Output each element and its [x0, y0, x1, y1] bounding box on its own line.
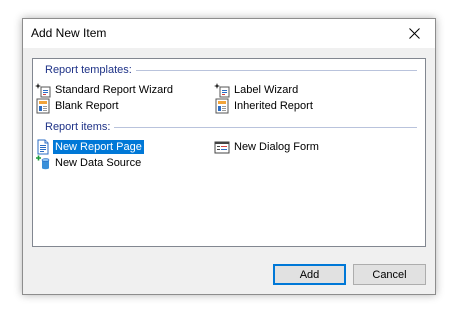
item-label: Inherited Report: [234, 100, 313, 112]
add-new-item-dialog: Add New Item Report templates: Standard …: [22, 18, 436, 295]
item-list-panel: Report templates: Standard Report Wizard: [32, 58, 426, 247]
add-button[interactable]: Add: [273, 264, 346, 285]
item-label: New Data Source: [55, 157, 142, 169]
item-blank-report[interactable]: Blank Report: [35, 98, 121, 114]
item-label: Blank Report: [55, 100, 119, 112]
dialog-form-icon: [214, 139, 230, 155]
group-header-report-templates: Report templates:: [45, 64, 417, 76]
report-icon: [214, 98, 230, 114]
page-icon: [35, 139, 51, 155]
close-button[interactable]: [393, 19, 435, 48]
group-divider: [135, 70, 417, 71]
item-label: Standard Report Wizard: [55, 84, 173, 96]
group-header-label: Report items:: [45, 121, 111, 133]
item-label-wizard[interactable]: Label Wizard: [214, 82, 300, 98]
dialog-title: Add New Item: [31, 26, 107, 40]
group-header-label: Report templates:: [45, 64, 132, 76]
database-add-icon: [35, 155, 51, 171]
item-inherited-report[interactable]: Inherited Report: [214, 98, 315, 114]
item-label: Label Wizard: [234, 84, 299, 96]
item-label: New Dialog Form: [234, 141, 319, 153]
item-new-report-page[interactable]: New Report Page: [35, 139, 144, 155]
title-bar: Add New Item: [23, 19, 435, 48]
item-new-data-source[interactable]: New Data Source: [35, 155, 143, 171]
wizard-icon: [214, 82, 230, 98]
cancel-button[interactable]: Cancel: [353, 264, 426, 285]
close-icon: [408, 28, 420, 39]
item-standard-report-wizard[interactable]: Standard Report Wizard: [35, 82, 175, 98]
group-divider: [114, 127, 417, 128]
report-icon: [35, 98, 51, 114]
item-new-dialog-form[interactable]: New Dialog Form: [214, 139, 321, 155]
group-header-report-items: Report items:: [45, 121, 417, 133]
item-label: New Report Page: [53, 140, 144, 154]
wizard-icon: [35, 82, 51, 98]
